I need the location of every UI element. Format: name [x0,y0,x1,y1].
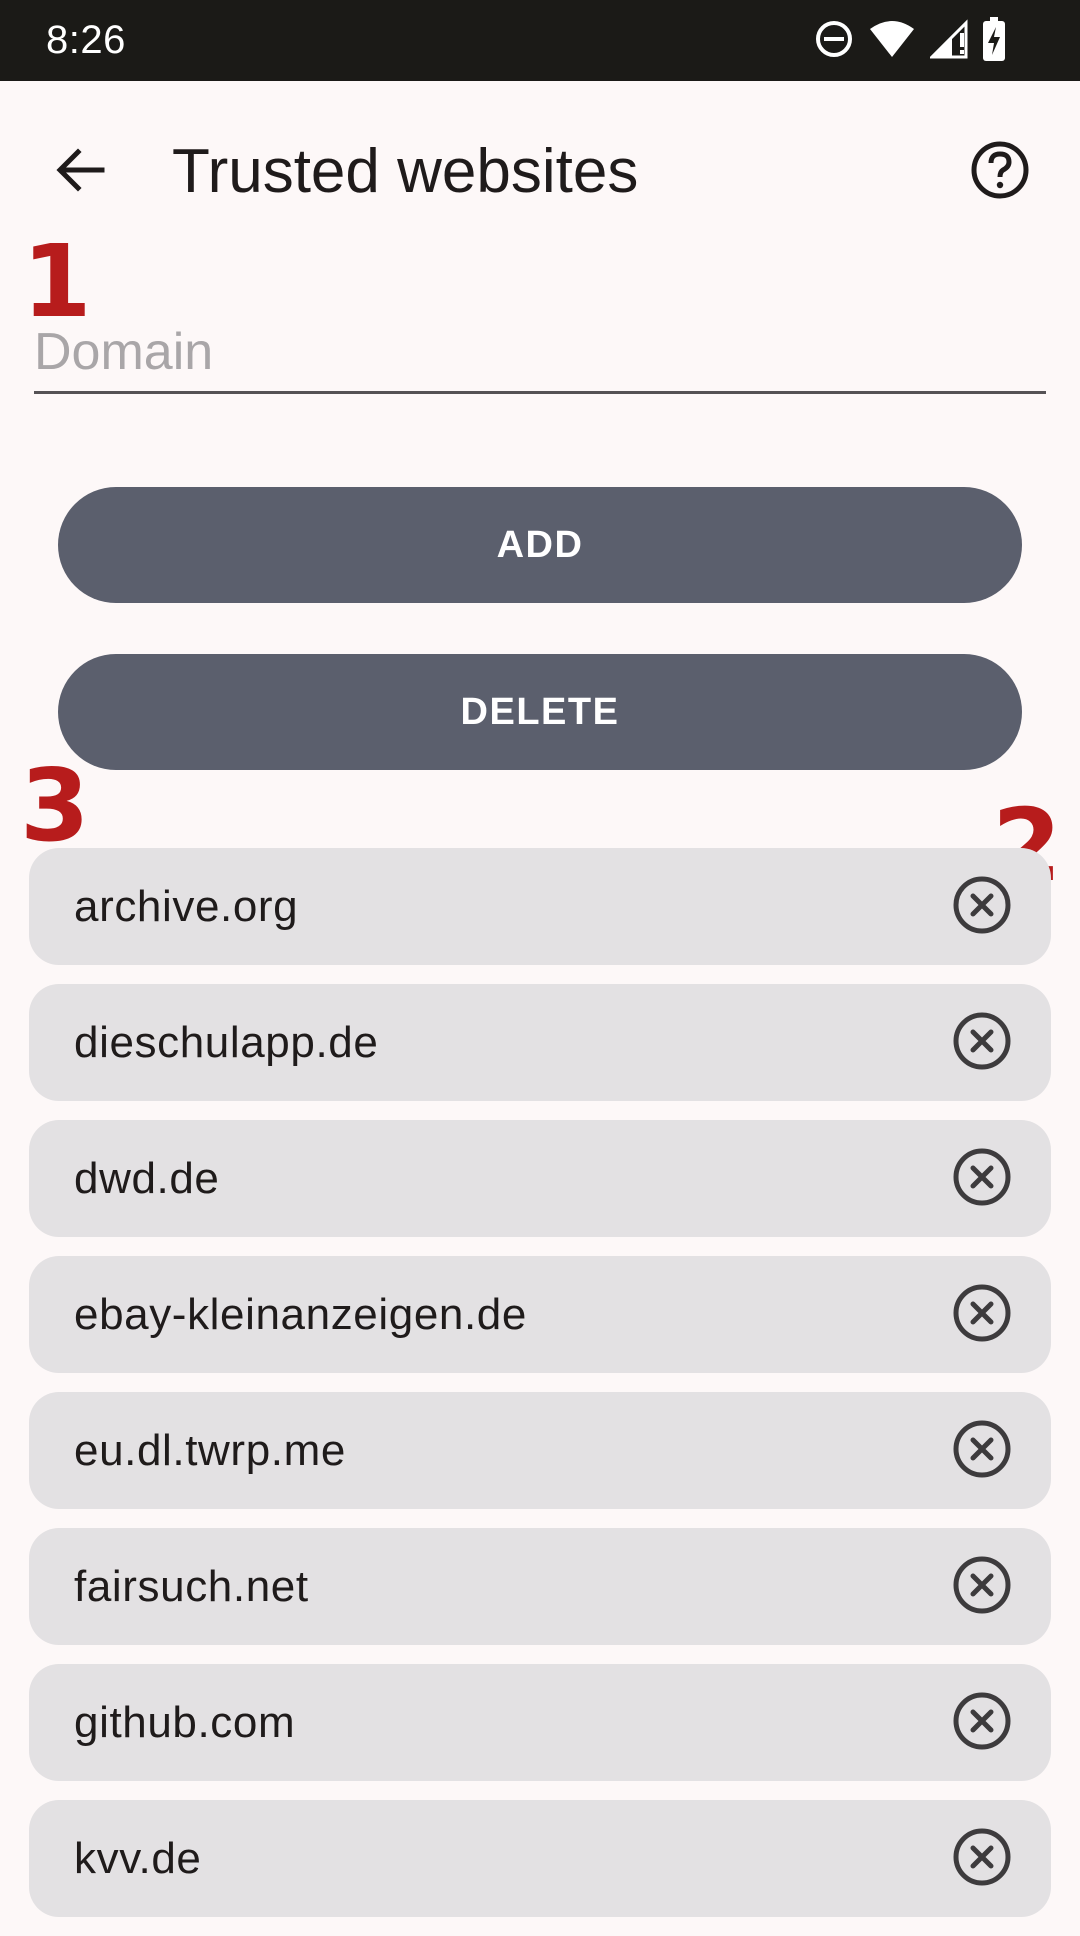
cellular-signal-icon [928,18,968,64]
status-time: 8:26 [46,18,126,62]
wifi-icon [868,19,916,64]
site-list-item[interactable]: eu.dl.twrp.me [29,1392,1051,1509]
remove-site-button[interactable] [951,1828,1013,1890]
do-not-disturb-icon [814,19,854,64]
domain-input[interactable] [34,320,1046,394]
site-list-item[interactable]: archive.org [29,848,1051,965]
site-domain-label: dwd.de [74,1154,220,1203]
site-domain-label: fairsuch.net [74,1562,309,1611]
close-circle-icon [951,1554,1013,1621]
site-list-item[interactable]: kvv.de [29,1800,1051,1917]
status-icons [814,16,1006,66]
help-circle-icon [969,139,1031,206]
close-circle-icon [951,1146,1013,1213]
annotation-marker-1: 1 [22,223,92,340]
site-domain-label: dieschulapp.de [74,1018,379,1067]
add-button[interactable]: ADD [58,487,1022,603]
battery-charging-icon [982,16,1006,66]
status-bar: 8:26 [0,0,1080,81]
remove-site-button[interactable] [951,1692,1013,1754]
back-button[interactable] [40,132,120,212]
remove-site-button[interactable] [951,1556,1013,1618]
remove-site-button[interactable] [951,1012,1013,1074]
close-circle-icon [951,874,1013,941]
close-circle-icon [951,1010,1013,1077]
close-circle-icon [951,1282,1013,1349]
remove-site-button[interactable] [951,876,1013,938]
remove-site-button[interactable] [951,1148,1013,1210]
site-domain-label: archive.org [74,882,299,931]
close-circle-icon [951,1826,1013,1893]
site-list-item[interactable]: fairsuch.net [29,1528,1051,1645]
site-domain-label: kvv.de [74,1834,202,1883]
site-list-item[interactable]: dieschulapp.de [29,984,1051,1101]
trusted-sites-list: archive.org dieschulapp.de dwd.de ebay-k… [29,848,1051,1936]
site-list-item[interactable]: github.com [29,1664,1051,1781]
arrow-left-icon [52,142,108,203]
site-list-item[interactable]: ebay-kleinanzeigen.de [29,1256,1051,1373]
site-domain-label: github.com [74,1698,296,1747]
remove-site-button[interactable] [951,1420,1013,1482]
help-button[interactable] [960,132,1040,212]
site-domain-label: ebay-kleinanzeigen.de [74,1290,527,1339]
close-circle-icon [951,1690,1013,1757]
page-title: Trusted websites [172,137,639,206]
site-domain-label: eu.dl.twrp.me [74,1426,346,1475]
remove-site-button[interactable] [951,1284,1013,1346]
site-list-item[interactable]: dwd.de [29,1120,1051,1237]
close-circle-icon [951,1418,1013,1485]
annotation-marker-3: 3 [20,747,90,864]
app-bar: Trusted websites [0,81,1080,261]
delete-button[interactable]: DELETE [58,654,1022,770]
